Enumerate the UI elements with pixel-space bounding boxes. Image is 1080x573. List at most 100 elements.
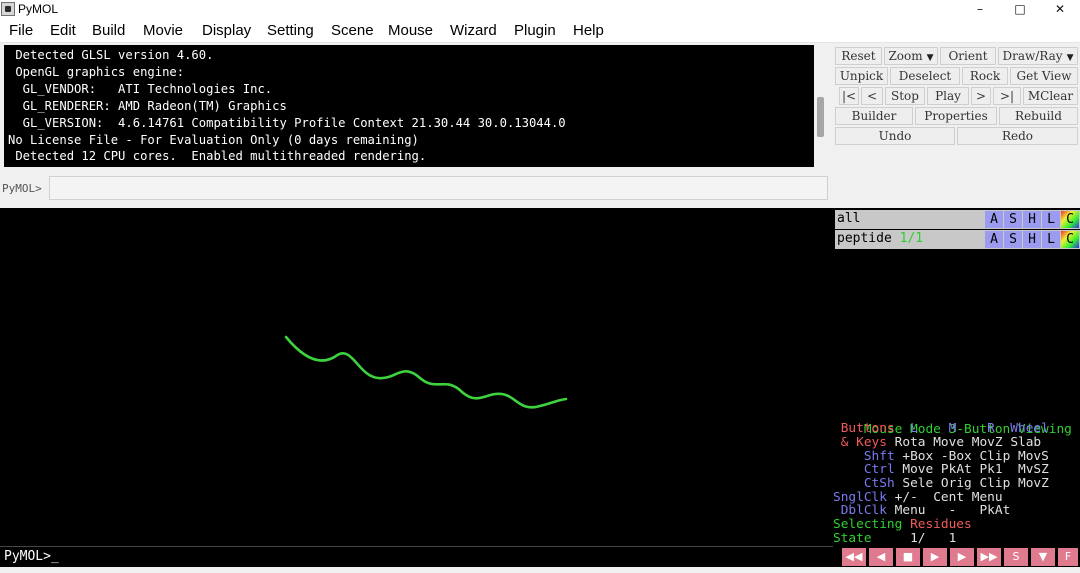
deselect-button[interactable]: Deselect [890, 67, 960, 85]
mouse-mode-panel[interactable]: Mouse Mode 3-Button Viewing Buttons L M … [833, 405, 1080, 546]
scene-s-button[interactable]: S [1004, 548, 1028, 566]
selecting-value: Residues [910, 517, 972, 532]
control-panel: Reset Zoom Orient Draw/Ray Unpick Desele… [833, 43, 1080, 207]
action-button[interactable]: A [985, 231, 1003, 248]
selecting-line: Selecting Residues [833, 517, 972, 532]
mouse-row: Ctrl Move PkAt Pk1 MvSZ [833, 462, 1049, 477]
state-value: 1/ [910, 531, 926, 546]
mclear-button[interactable]: MClear [1023, 87, 1078, 105]
menu-plugin[interactable]: Plugin [514, 22, 556, 39]
undo-button[interactable]: Undo [835, 127, 955, 145]
log-line: GL_VERSION: 4.6.14761 Compatibility Prof… [8, 115, 566, 130]
color-button[interactable]: C [1061, 211, 1079, 228]
mouse-action: Rota [894, 435, 926, 450]
color-button[interactable]: C [1061, 231, 1079, 248]
state-total: 1 [948, 531, 957, 546]
get-view-button[interactable]: Get View [1010, 67, 1078, 85]
menu-mouse[interactable]: Mouse [388, 22, 433, 39]
viewer-command-line[interactable]: PyMOL>_ [0, 546, 833, 567]
zoom-button[interactable]: Zoom [884, 47, 938, 65]
properties-button[interactable]: Properties [915, 107, 997, 125]
object-name: peptide 1/1 [837, 231, 923, 246]
mouse-buttons-line: Buttons L M R Wheel [833, 421, 1049, 436]
log-line: Detected GLSL version 4.60. [8, 48, 214, 62]
menu-bar: File Edit Build Movie Display Setting Sc… [0, 19, 1080, 43]
step-back-button[interactable]: < [861, 87, 883, 105]
rewind-button[interactable]: |< [839, 87, 859, 105]
orient-button[interactable]: Orient [940, 47, 996, 65]
show-button[interactable]: S [1004, 231, 1022, 248]
selecting-label: Selecting [833, 517, 903, 532]
play-icon[interactable]: ▶ [923, 548, 947, 566]
mouse-action: PkAt [940, 462, 972, 477]
mouse-action: Pk1 [979, 462, 1003, 477]
mouse-action: Sele [902, 476, 934, 491]
fullscreen-f-button[interactable]: F [1058, 548, 1078, 566]
log-line: GL_VENDOR: ATI Technologies Inc. [8, 81, 273, 96]
mouse-action: Slab [1010, 435, 1042, 450]
step-back-icon[interactable]: ◀ [869, 548, 893, 566]
builder-button[interactable]: Builder [835, 107, 913, 125]
menu-scene[interactable]: Scene [331, 22, 374, 39]
play-button[interactable]: Play [927, 87, 969, 105]
draw-ray-button[interactable]: Draw/Ray [998, 47, 1078, 65]
close-button[interactable]: ✕ [1040, 0, 1080, 19]
object-row-all[interactable]: all A S H L C [835, 210, 1080, 229]
menu-edit[interactable]: Edit [50, 22, 76, 39]
step-forward-button[interactable]: > [971, 87, 991, 105]
menu-movie[interactable]: Movie [143, 22, 183, 39]
menu-build[interactable]: Build [92, 22, 125, 39]
log-scrollbar[interactable] [814, 45, 828, 167]
menu-wizard[interactable]: Wizard [450, 22, 497, 39]
object-name: all [837, 211, 861, 226]
command-input[interactable] [49, 176, 828, 200]
action-button[interactable]: A [985, 211, 1003, 228]
modifier-key: Ctrl [863, 462, 895, 477]
show-button[interactable]: S [1004, 211, 1022, 228]
mouse-action: Menu [894, 503, 926, 518]
window-bottom-edge [0, 567, 1080, 573]
fast-forward-button[interactable]: >| [993, 87, 1021, 105]
hide-button[interactable]: H [1023, 231, 1041, 248]
rewind-icon[interactable]: ◀◀ [842, 548, 866, 566]
peptide-ribbon [284, 335, 568, 409]
reset-button[interactable]: Reset [835, 47, 882, 65]
mouse-action: MovZ [971, 435, 1003, 450]
menu-setting[interactable]: Setting [267, 22, 314, 39]
log-line: Detected 12 CPU cores. Enabled multithre… [8, 149, 427, 164]
object-list-panel: all A S H L C peptide 1/1 A S H L C [833, 208, 1080, 405]
menu-help[interactable]: Help [573, 22, 604, 39]
menu-file[interactable]: File [9, 22, 33, 39]
log-line: GL_RENDERER: AMD Radeon(TM) Graphics [8, 98, 287, 113]
mouse-action: Move [902, 462, 934, 477]
playback-bar: ◀◀ ◀ ■ ▶ ▶ ▶▶ S ▼ F [833, 546, 1080, 567]
log-scroll-thumb[interactable] [817, 97, 824, 137]
maximize-button[interactable]: □ [1000, 0, 1040, 19]
command-prompt-label: PyMOL> [2, 182, 42, 195]
mouse-row: DblClk Menu - PkAt [833, 503, 1011, 518]
fast-forward-icon[interactable]: ▶▶ [977, 548, 1001, 566]
mouse-action: Orig [940, 476, 972, 491]
modifier-key: CtSh [863, 476, 895, 491]
viewport-canvas [284, 335, 568, 409]
scene-menu-icon[interactable]: ▼ [1031, 548, 1055, 566]
button-m-label: M [948, 421, 957, 436]
label-button[interactable]: L [1042, 211, 1060, 228]
object-row-peptide[interactable]: peptide 1/1 A S H L C [835, 230, 1080, 249]
stop-icon[interactable]: ■ [896, 548, 920, 566]
keys-label: & Keys [840, 435, 887, 450]
mouse-action: Move [933, 435, 965, 450]
rock-button[interactable]: Rock [962, 67, 1008, 85]
minimize-button[interactable]: – [960, 0, 1000, 19]
rebuild-button[interactable]: Rebuild [999, 107, 1078, 125]
label-button[interactable]: L [1042, 231, 1060, 248]
log-line: OpenGL graphics engine: [8, 64, 185, 79]
menu-display[interactable]: Display [202, 22, 251, 39]
step-forward-icon[interactable]: ▶ [950, 548, 974, 566]
hide-button[interactable]: H [1023, 211, 1041, 228]
redo-button[interactable]: Redo [957, 127, 1078, 145]
unpick-button[interactable]: Unpick [835, 67, 888, 85]
molecular-viewport[interactable] [0, 208, 833, 546]
stop-button[interactable]: Stop [885, 87, 925, 105]
viewer-prompt-text: PyMOL>_ [4, 549, 59, 564]
